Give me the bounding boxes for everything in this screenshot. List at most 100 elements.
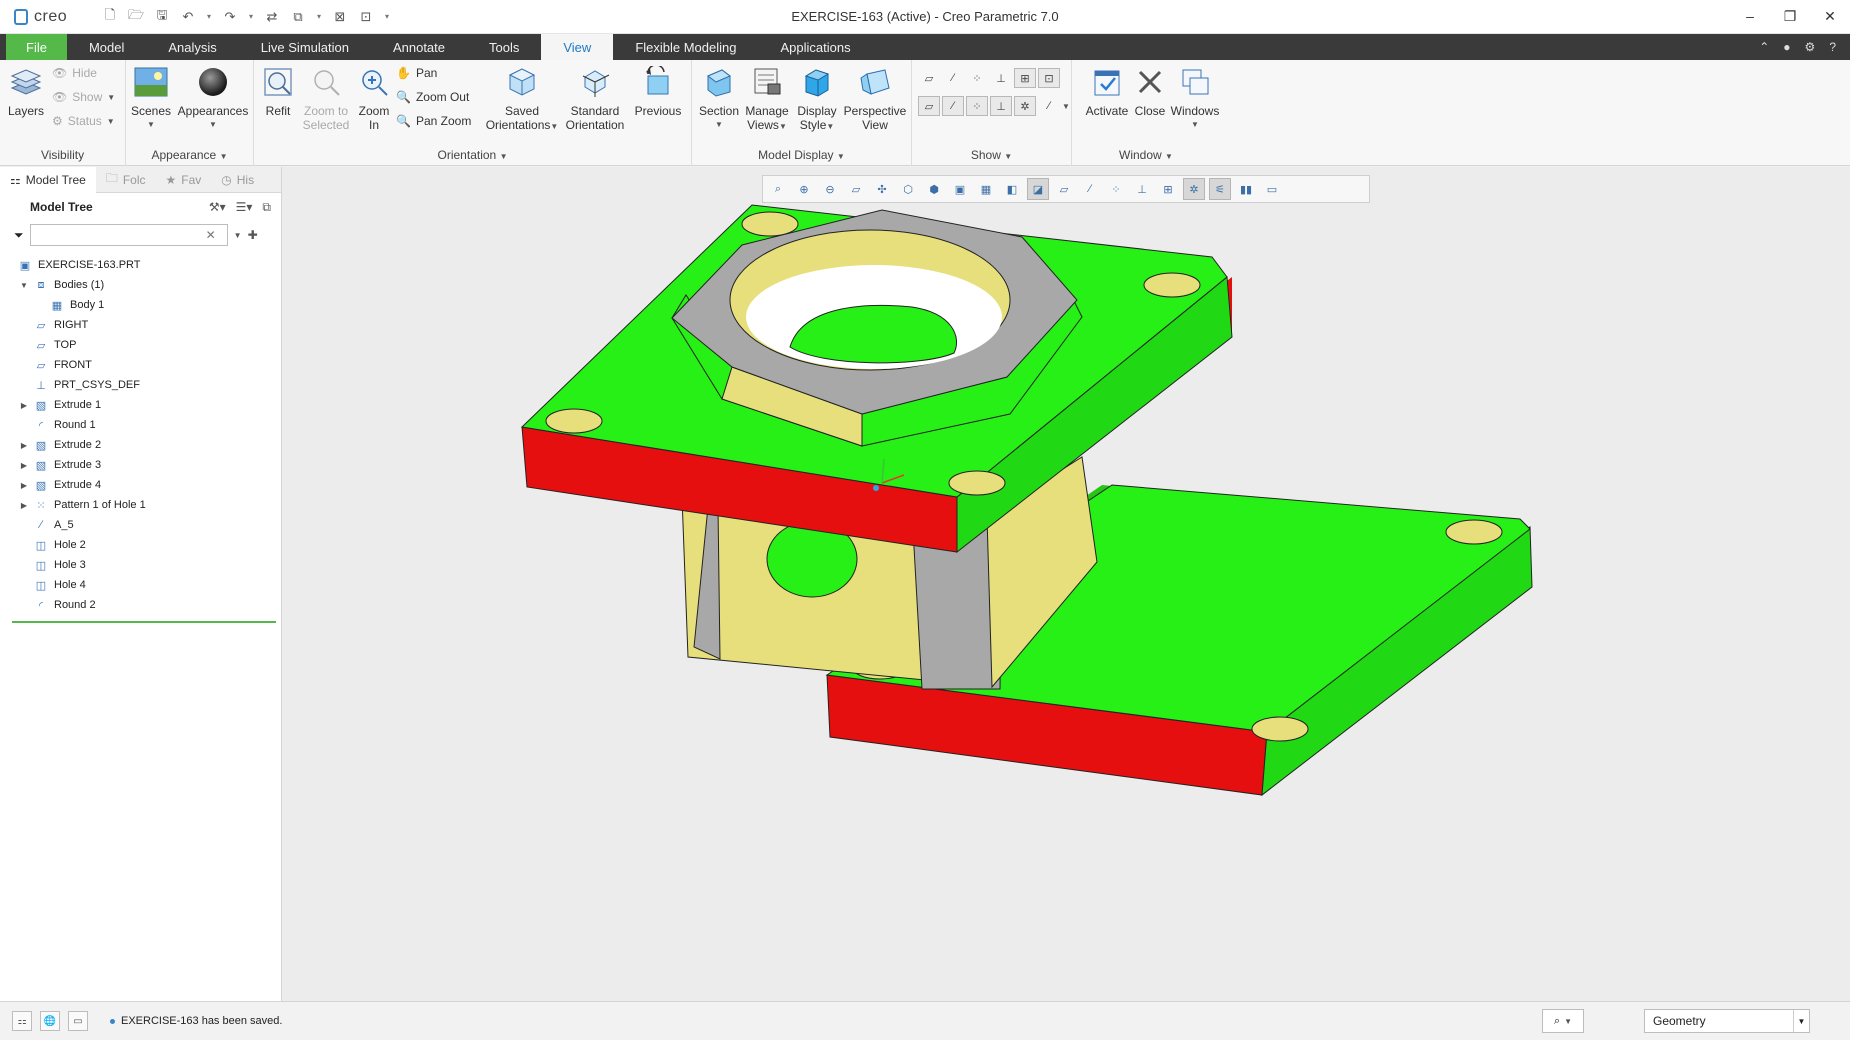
zoom-out-button[interactable]: 🔍 Zoom Out bbox=[396, 90, 469, 104]
spin-icon[interactable]: ✲ bbox=[1183, 178, 1205, 200]
tree-item[interactable]: ∕ A_5 bbox=[0, 515, 281, 535]
tree-filter-options-icon[interactable]: ⧉ bbox=[262, 200, 271, 215]
layers-button[interactable]: Layers bbox=[6, 64, 46, 118]
zoom-in-button[interactable]: Zoom In bbox=[354, 64, 394, 132]
refit-icon[interactable]: ⌕ bbox=[767, 178, 789, 200]
feature-icon[interactable]: ▭ bbox=[1261, 178, 1283, 200]
full-screen-icon[interactable]: ▭ bbox=[68, 1011, 88, 1031]
tab-history[interactable]: ◷ His bbox=[211, 167, 264, 193]
tree-item[interactable]: ▶ ⁙ Pattern 1 of Hole 1 bbox=[0, 495, 281, 515]
expand-icon[interactable]: ▶ bbox=[18, 461, 30, 470]
tab-flexible-modeling[interactable]: Flexible Modeling bbox=[613, 34, 758, 60]
tree-item[interactable]: ▶ ▧ Extrude 1 bbox=[0, 395, 281, 415]
csys-display-icon[interactable]: ⊥ bbox=[1131, 178, 1153, 200]
tab-view[interactable]: View bbox=[541, 34, 614, 60]
tree-item[interactable]: ▱ TOP bbox=[0, 335, 281, 355]
save-icon[interactable]: 🖫 bbox=[152, 7, 172, 27]
open-folder-icon[interactable]: 🗁 bbox=[126, 7, 146, 27]
edge-display-icon[interactable]: ⚟ bbox=[1209, 178, 1231, 200]
display-style-icon[interactable]: ◧ bbox=[1001, 178, 1023, 200]
spin-center-display-icon[interactable]: ✲ bbox=[1014, 96, 1036, 116]
saved-orientations-button[interactable]: Saved Orientations▼ bbox=[482, 64, 562, 134]
zoom-out-icon[interactable]: ⊖ bbox=[819, 178, 841, 200]
status-button[interactable]: ⚙ Status ▼ bbox=[52, 114, 115, 128]
tree-item[interactable]: ◜ Round 2 bbox=[0, 595, 281, 615]
refit-button[interactable]: Refit bbox=[258, 64, 298, 118]
hide-button[interactable]: 👁 Hide bbox=[52, 66, 97, 80]
settings-icon[interactable]: ⚙ bbox=[1805, 40, 1816, 54]
close-window-button[interactable]: Close bbox=[1130, 64, 1170, 118]
standard-orientation-button[interactable]: Standard Orientation bbox=[564, 64, 626, 132]
point-tag-display-icon[interactable]: ⁘ bbox=[966, 96, 988, 116]
tab-annotate[interactable]: Annotate bbox=[371, 34, 467, 60]
section-icon[interactable]: ▦ bbox=[975, 178, 997, 200]
tab-tools[interactable]: Tools bbox=[467, 34, 541, 60]
tree-item[interactable]: ◫ Hole 2 bbox=[0, 535, 281, 555]
tree-show-icon[interactable]: ☰▾ bbox=[236, 200, 253, 215]
saved-orientations-icon[interactable]: ⬡ bbox=[897, 178, 919, 200]
display-style-button[interactable]: Display Style▼ bbox=[792, 64, 842, 134]
curve-display-icon[interactable]: ∕ bbox=[1038, 96, 1060, 116]
perspective-icon[interactable]: ▣ bbox=[949, 178, 971, 200]
datum-planes-icon[interactable]: ⏥ bbox=[918, 68, 940, 88]
tab-folder-browser[interactable]: 🗀 Folc bbox=[96, 167, 156, 193]
section-button[interactable]: Section ▼ bbox=[698, 64, 740, 132]
show-button[interactable]: 👁 Show ▼ bbox=[52, 90, 115, 104]
tree-item[interactable]: ▶ ▧ Extrude 2 bbox=[0, 435, 281, 455]
axis-tag-display-icon[interactable]: ⁄ bbox=[942, 96, 964, 116]
help-icon[interactable]: ? bbox=[1829, 40, 1836, 54]
pause-icon[interactable]: ▮▮ bbox=[1235, 178, 1257, 200]
tree-item[interactable]: ▼ ⧈ Bodies (1) bbox=[0, 275, 281, 295]
tree-item[interactable]: ◫ Hole 3 bbox=[0, 555, 281, 575]
zoom-to-selected-button[interactable]: Zoom to Selected bbox=[298, 64, 354, 132]
redo-dropdown-icon[interactable]: ▾ bbox=[246, 7, 256, 27]
repaint-icon[interactable]: ▱ bbox=[845, 178, 867, 200]
add-filter-icon[interactable]: ✚ bbox=[248, 228, 258, 242]
windows-dropdown-icon[interactable]: ▾ bbox=[314, 7, 324, 27]
tree-item[interactable]: ◜ Round 1 bbox=[0, 415, 281, 435]
perspective-view-button[interactable]: Perspective View bbox=[842, 64, 908, 132]
collapse-icon[interactable]: ▼ bbox=[18, 281, 30, 290]
expand-icon[interactable]: ▶ bbox=[18, 401, 30, 410]
windows-icon[interactable]: ⧉ bbox=[288, 7, 308, 27]
tree-item[interactable]: ◫ Hole 4 bbox=[0, 575, 281, 595]
tree-item[interactable]: ▱ FRONT bbox=[0, 355, 281, 375]
datum-axes-icon[interactable]: ∕ bbox=[1079, 178, 1101, 200]
model-3d-view[interactable] bbox=[282, 167, 1850, 1001]
datum-points-icon[interactable]: ⁘ bbox=[966, 68, 988, 88]
tree-insert-indicator[interactable] bbox=[12, 621, 276, 623]
dimension-display-icon[interactable]: ⊡ bbox=[1038, 68, 1060, 88]
csys-display-icon[interactable]: ⊥ bbox=[990, 68, 1012, 88]
undo-icon[interactable]: ↶ bbox=[178, 7, 198, 27]
appearances-button[interactable]: Appearances ▼ bbox=[176, 64, 250, 132]
tab-favorites[interactable]: ★ Fav bbox=[155, 167, 211, 193]
tree-item[interactable]: ▣ EXERCISE-163.PRT bbox=[0, 255, 281, 275]
tab-applications[interactable]: Applications bbox=[758, 34, 872, 60]
activate-button[interactable]: Activate bbox=[1082, 64, 1132, 118]
user-icon[interactable]: ● bbox=[1783, 40, 1790, 54]
tree-settings-icon[interactable]: ⚒▾ bbox=[209, 200, 226, 215]
windows-button[interactable]: Windows ▼ bbox=[1170, 64, 1220, 132]
tree-item[interactable]: ▱ RIGHT bbox=[0, 315, 281, 335]
tab-file[interactable]: File bbox=[6, 34, 67, 60]
customize-toolbar-icon[interactable]: ⊡ bbox=[356, 7, 376, 27]
csys-tag-display-icon[interactable]: ⊥ bbox=[990, 96, 1012, 116]
tab-model-tree[interactable]: ⚏ Model Tree bbox=[0, 166, 96, 193]
tab-analysis[interactable]: Analysis bbox=[146, 34, 238, 60]
restore-button[interactable]: ❐ bbox=[1780, 6, 1800, 26]
find-button[interactable]: ⌕ ▼ bbox=[1542, 1009, 1584, 1033]
redo-icon[interactable]: ↷ bbox=[220, 7, 240, 27]
zoom-in-icon[interactable]: ⊕ bbox=[793, 178, 815, 200]
tab-model[interactable]: Model bbox=[67, 34, 146, 60]
minimize-button[interactable]: – bbox=[1740, 6, 1760, 26]
annotation-display-icon[interactable]: ⊞ bbox=[1014, 68, 1036, 88]
new-file-icon[interactable]: 🗋 bbox=[100, 7, 120, 27]
spin-center-icon[interactable]: ✣ bbox=[871, 178, 893, 200]
pan-zoom-button[interactable]: 🔍 Pan Zoom bbox=[396, 114, 471, 128]
shading-icon[interactable]: ◪ bbox=[1027, 178, 1049, 200]
tree-item[interactable]: ▦ Body 1 bbox=[0, 295, 281, 315]
model-tree-search-input[interactable] bbox=[29, 224, 228, 246]
datum-planes-icon[interactable]: ⏥ bbox=[1053, 178, 1075, 200]
manage-views-button[interactable]: Manage Views▼ bbox=[742, 64, 792, 134]
close-window-icon[interactable]: ⊠ bbox=[330, 7, 350, 27]
